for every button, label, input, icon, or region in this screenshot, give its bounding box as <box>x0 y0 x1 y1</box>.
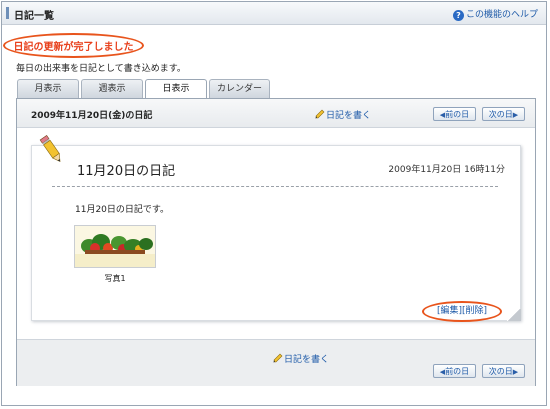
arrow-right-icon: ▶ <box>512 368 519 376</box>
delete-link[interactable]: [削除] <box>462 306 487 316</box>
write-diary-link-footer[interactable]: 日記を書く <box>273 352 329 365</box>
write-diary-label: 日記を書く <box>284 355 330 365</box>
next-day-label: 次の日 <box>488 367 513 376</box>
photo-caption: 写真1 <box>104 274 126 283</box>
entry-title: 11月20日の日記 <box>77 164 176 179</box>
next-day-button-footer[interactable]: 次の日▶ <box>482 364 525 378</box>
tab-calendar[interactable]: カレンダー <box>209 79 270 98</box>
title-bar: 日記一覧 ? この機能のヘルプ <box>2 2 546 25</box>
divider <box>52 186 498 187</box>
day-panel-header: 2009年11月20日(金)の日記 日記を書く ◀前の日 次の日▶ <box>17 99 535 128</box>
page-curl <box>507 309 521 321</box>
entry-datetime: 2009年11月20日 16時11分 <box>388 165 505 175</box>
entry-actions: [編集][削除] <box>422 301 502 322</box>
edit-link[interactable]: [編集] <box>437 306 462 316</box>
diary-list-window: 日記一覧 ? この機能のヘルプ 日記の更新が完了しました 毎日の出来事を日記として… <box>1 1 547 406</box>
title-accent-bar <box>6 7 9 19</box>
entry-body: 11月20日の日記です。 <box>75 205 170 215</box>
diary-entry-card: 11月20日の日記 2009年11月20日 16時11分 11月20日の日記です… <box>31 145 521 322</box>
pencil-icon <box>273 353 283 363</box>
pencil-icon <box>39 135 61 162</box>
tab-month[interactable]: 月表示 <box>17 79 79 98</box>
prev-day-button[interactable]: ◀前の日 <box>433 107 476 121</box>
arrow-right-icon: ▶ <box>512 111 519 119</box>
update-complete-notice: 日記の更新が完了しました <box>3 33 144 58</box>
prev-day-button-footer[interactable]: ◀前の日 <box>433 364 476 378</box>
tab-week[interactable]: 週表示 <box>81 79 143 98</box>
prev-day-label: 前の日 <box>445 110 470 119</box>
write-diary-label: 日記を書く <box>326 111 372 121</box>
help-link-label: この機能のヘルプ <box>465 10 538 20</box>
pencil-icon <box>315 109 325 119</box>
page-description: 毎日の出来事を日記として書き込めます。 <box>16 64 186 74</box>
day-date-title: 2009年11月20日(金)の日記 <box>31 111 153 121</box>
entry-photo-thumbnail[interactable] <box>74 225 156 268</box>
page-title: 日記一覧 <box>14 11 54 22</box>
help-icon: ? <box>452 10 464 21</box>
tab-day[interactable]: 日表示 <box>145 79 207 99</box>
vegetables-photo <box>75 226 155 267</box>
write-diary-link[interactable]: 日記を書く <box>315 108 371 121</box>
day-panel-footer: 日記を書く ◀前の日 次の日▶ <box>17 339 535 386</box>
prev-day-label: 前の日 <box>445 367 470 376</box>
next-day-label: 次の日 <box>488 110 513 119</box>
next-day-button[interactable]: 次の日▶ <box>482 107 525 121</box>
help-link[interactable]: ? この機能のヘルプ <box>452 7 538 21</box>
day-panel: 2009年11月20日(金)の日記 日記を書く ◀前の日 次の日▶ 11月20日… <box>16 98 536 386</box>
